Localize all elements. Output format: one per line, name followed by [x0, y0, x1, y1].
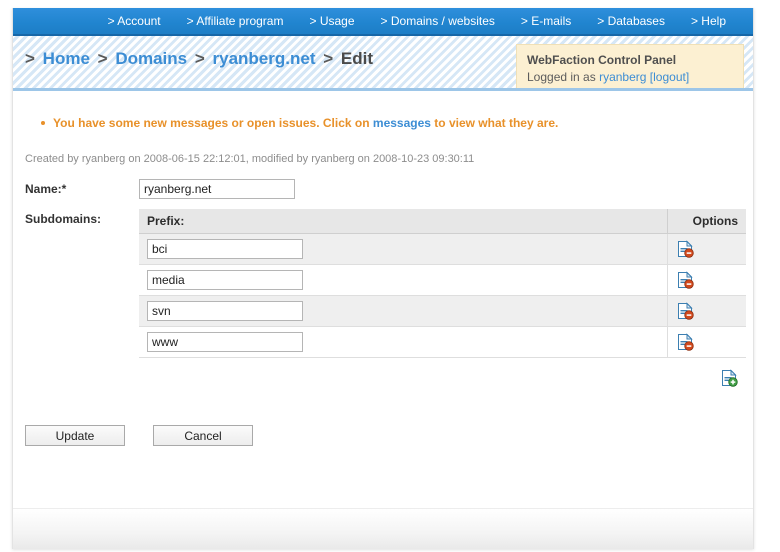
logout-link[interactable]: [logout]	[650, 70, 689, 84]
table-header-row: Prefix: Options	[139, 209, 746, 234]
update-button[interactable]: Update	[25, 425, 125, 446]
record-metadata: Created by ryanberg on 2008-06-15 22:12:…	[25, 153, 475, 165]
table-row	[139, 326, 746, 358]
notice-item: You have some new messages or open issue…	[41, 115, 753, 131]
subdomain-prefix-input[interactable]	[147, 301, 303, 321]
notice-text-after: to view what they are.	[434, 116, 559, 130]
nav-account[interactable]: > Account	[95, 8, 174, 34]
prefix-cell	[139, 326, 668, 358]
subdomain-prefix-input[interactable]	[147, 270, 303, 290]
top-navigation: > Account > Affiliate program > Usage > …	[13, 8, 753, 36]
logged-in-prefix: Logged in as	[527, 70, 596, 85]
delete-subdomain-icon[interactable]	[677, 333, 694, 351]
notice-list: You have some new messages or open issue…	[13, 91, 753, 131]
breadcrumb-domains[interactable]: Domains	[115, 49, 187, 68]
add-subdomain-icon[interactable]	[721, 369, 738, 387]
nav-databases[interactable]: > Databases	[584, 8, 678, 34]
options-cell	[667, 233, 746, 265]
prefix-cell	[139, 233, 668, 265]
column-header-prefix: Prefix:	[139, 209, 668, 234]
nav-help[interactable]: > Help	[678, 8, 739, 34]
delete-subdomain-icon[interactable]	[677, 302, 694, 320]
add-subdomain-row	[139, 358, 746, 387]
options-cell	[667, 264, 746, 296]
name-row: Name:*	[13, 179, 753, 199]
nav-affiliate-program[interactable]: > Affiliate program	[174, 8, 297, 34]
nav-domains-websites[interactable]: > Domains / websites	[368, 8, 508, 34]
subdomains-table: Prefix: Options	[139, 209, 746, 358]
table-row	[139, 264, 746, 296]
prefix-cell	[139, 264, 668, 296]
name-input[interactable]	[139, 179, 295, 199]
breadcrumb-domain[interactable]: ryanberg.net	[213, 49, 316, 68]
nav-usage[interactable]: > Usage	[296, 8, 367, 34]
subdomain-prefix-input[interactable]	[147, 332, 303, 352]
options-cell	[667, 326, 746, 358]
delete-subdomain-icon[interactable]	[677, 240, 694, 258]
column-header-options: Options	[667, 209, 746, 234]
breadcrumb-band: > Home > Domains > ryanberg.net > Edit W…	[13, 36, 753, 91]
breadcrumb: > Home > Domains > ryanberg.net > Edit	[22, 49, 373, 69]
main-content: You have some new messages or open issue…	[13, 91, 753, 508]
delete-subdomain-icon[interactable]	[677, 271, 694, 289]
nav-emails[interactable]: > E-mails	[508, 8, 584, 34]
subdomains-row: Subdomains: Prefix: Options	[13, 209, 753, 387]
subdomain-prefix-input[interactable]	[147, 239, 303, 259]
subdomains-block: Prefix: Options	[139, 209, 746, 387]
control-panel-title: WebFaction Control Panel	[527, 53, 677, 67]
name-label: Name:*	[25, 182, 67, 196]
form-actions: Update Cancel	[13, 397, 753, 446]
options-cell	[667, 295, 746, 327]
breadcrumb-separator: >	[194, 49, 205, 68]
page-footer	[13, 508, 753, 549]
current-username-link[interactable]: ryanberg	[599, 70, 646, 84]
table-row	[139, 233, 746, 265]
subdomains-label: Subdomains:	[25, 212, 102, 226]
breadcrumb-separator: >	[97, 49, 108, 68]
cancel-button[interactable]: Cancel	[153, 425, 253, 446]
page-container: > Account > Affiliate program > Usage > …	[12, 8, 754, 549]
breadcrumb-current-edit: Edit	[340, 49, 374, 68]
logged-in-status: Logged in as ryanberg [logout]	[527, 69, 733, 86]
subdomains-table-body	[139, 233, 746, 358]
breadcrumb-separator: >	[323, 49, 334, 68]
table-row	[139, 295, 746, 327]
messages-link[interactable]: messages	[373, 116, 431, 130]
breadcrumb-home[interactable]: Home	[43, 49, 90, 68]
domain-edit-form: Name:* Subdomains: Prefix: Options	[13, 165, 753, 446]
prefix-cell	[139, 295, 668, 327]
breadcrumb-separator: >	[25, 49, 35, 68]
user-info-box: WebFaction Control Panel Logged in as ry…	[516, 44, 744, 88]
notice-text-before: You have some new messages or open issue…	[53, 116, 370, 130]
